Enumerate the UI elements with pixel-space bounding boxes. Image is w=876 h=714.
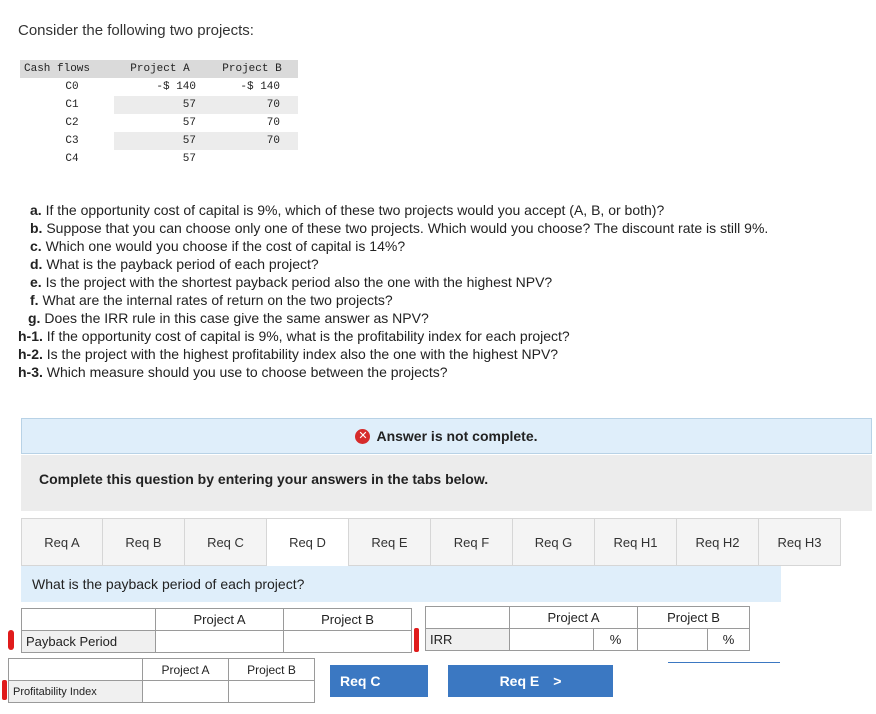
question-h3: h-3. Which measure should you use to cho… <box>18 364 448 380</box>
next-button-label: Req E <box>499 673 540 689</box>
pi-project-b-input[interactable] <box>233 681 310 702</box>
col-header-project-a: Project A <box>114 60 206 78</box>
percent-unit: % <box>707 628 750 651</box>
payback-a-cell[interactable] <box>155 630 284 653</box>
question-h1: h-1. If the opportunity cost of capital … <box>18 328 570 344</box>
next-req-e-button[interactable]: Req E > <box>448 665 613 697</box>
tab-req-d[interactable]: Req D <box>267 518 349 566</box>
cell-project-a: -$ 140 <box>156 81 196 93</box>
cell-project-a: 57 <box>114 96 206 114</box>
col-header-project-a: Project A <box>509 606 638 629</box>
error-marker-icon <box>2 680 7 700</box>
corner-cell <box>8 658 143 681</box>
irr-project-a-input[interactable] <box>514 629 589 650</box>
requirement-tabs: Req A Req B Req C Req D Req E Req F Req … <box>21 518 841 566</box>
row-label-payback-period: Payback Period <box>21 630 156 653</box>
col-header-project-a: Project A <box>142 658 229 681</box>
cell-project-b: 70 <box>206 132 298 150</box>
cell-project-b: 70 <box>266 117 280 129</box>
question-f: f. What are the internal rates of return… <box>30 292 393 308</box>
irr-project-b-input[interactable] <box>642 629 703 650</box>
pi-a-cell[interactable] <box>142 680 229 703</box>
prev-button-label: Req C <box>340 673 381 689</box>
status-text: Answer is not complete. <box>376 428 538 444</box>
payback-table: Project A Project B Payback Period <box>21 608 412 653</box>
pi-project-a-input[interactable] <box>147 681 224 702</box>
tab-req-c[interactable]: Req C <box>185 518 267 566</box>
table-row: C3 57 70 <box>20 132 298 150</box>
table-row: C4 57 <box>20 150 298 168</box>
cell-project-b: 70 <box>206 96 298 114</box>
profitability-index-table: Project A Project B Profitability Index <box>8 658 315 703</box>
col-header-project-b: Project B <box>637 606 750 629</box>
col-header-cash-flows: Cash flows <box>20 60 114 78</box>
chevron-right-icon: > <box>553 673 562 689</box>
col-header-project-b: Project B <box>206 60 298 78</box>
row-label: C4 <box>65 153 79 165</box>
cell-project-a: 57 <box>114 132 206 150</box>
divider <box>668 662 780 663</box>
payback-project-b-input[interactable] <box>288 631 407 652</box>
cash-flow-table: Cash flows Project A Project B C0 -$ 140… <box>20 60 298 168</box>
question-g: g. Does the IRR rule in this case give t… <box>28 310 429 326</box>
prev-req-c-button[interactable]: Req C <box>330 665 428 697</box>
table-row: C0 -$ 140 -$ 140 <box>20 78 298 96</box>
row-label: C2 <box>65 117 79 129</box>
tab-req-b[interactable]: Req B <box>103 518 185 566</box>
question-e: e. Is the project with the shortest payb… <box>30 274 553 290</box>
tab-req-g[interactable]: Req G <box>513 518 595 566</box>
col-header-project-a: Project A <box>155 608 284 631</box>
row-label: C3 <box>65 135 79 147</box>
tab-req-h2[interactable]: Req H2 <box>677 518 759 566</box>
intro-text: Consider the following two projects: <box>18 22 254 39</box>
pi-b-cell[interactable] <box>228 680 315 703</box>
row-label-irr: IRR <box>425 628 510 651</box>
row-label-profitability-index: Profitability Index <box>8 680 143 703</box>
error-marker-icon <box>8 630 14 650</box>
table-row: C2 57 70 <box>20 114 298 132</box>
question-d: d. What is the payback period of each pr… <box>30 256 319 272</box>
percent-unit: % <box>593 628 638 651</box>
instruction-banner: Complete this question by entering your … <box>21 455 872 511</box>
tab-req-h3[interactable]: Req H3 <box>759 518 841 566</box>
tab-req-a[interactable]: Req A <box>21 518 103 566</box>
question-h2: h-2. Is the project with the highest pro… <box>18 346 559 362</box>
col-header-project-b: Project B <box>228 658 315 681</box>
payback-project-a-input[interactable] <box>160 631 279 652</box>
col-header-project-b: Project B <box>283 608 412 631</box>
corner-cell <box>21 608 156 631</box>
error-marker-icon <box>414 628 419 652</box>
cell-project-a: 57 <box>182 153 196 165</box>
error-x-icon: ✕ <box>355 428 371 444</box>
tab-req-e[interactable]: Req E <box>349 518 431 566</box>
irr-b-cell[interactable] <box>637 628 708 651</box>
question-b: b. Suppose that you can choose only one … <box>30 220 769 236</box>
tab-req-h1[interactable]: Req H1 <box>595 518 677 566</box>
tab-req-f[interactable]: Req F <box>431 518 513 566</box>
irr-table: Project A Project B IRR % % <box>425 606 750 651</box>
question-c: c. Which one would you choose if the cos… <box>30 238 406 254</box>
row-label: C0 <box>65 81 79 93</box>
table-row: C1 57 70 <box>20 96 298 114</box>
question-list: a. If the opportunity cost of capital is… <box>18 201 768 381</box>
cell-project-a: 57 <box>182 117 196 129</box>
corner-cell <box>425 606 510 629</box>
cell-project-b <box>206 150 298 168</box>
answer-status-banner: ✕ Answer is not complete. <box>21 418 872 454</box>
instruction-text: Complete this question by entering your … <box>39 471 489 487</box>
cell-project-b: -$ 140 <box>240 81 280 93</box>
question-a: a. If the opportunity cost of capital is… <box>30 202 665 218</box>
row-label: C1 <box>65 99 79 111</box>
question-prompt: What is the payback period of each proje… <box>32 576 305 592</box>
irr-a-cell[interactable] <box>509 628 594 651</box>
payback-b-cell[interactable] <box>283 630 412 653</box>
